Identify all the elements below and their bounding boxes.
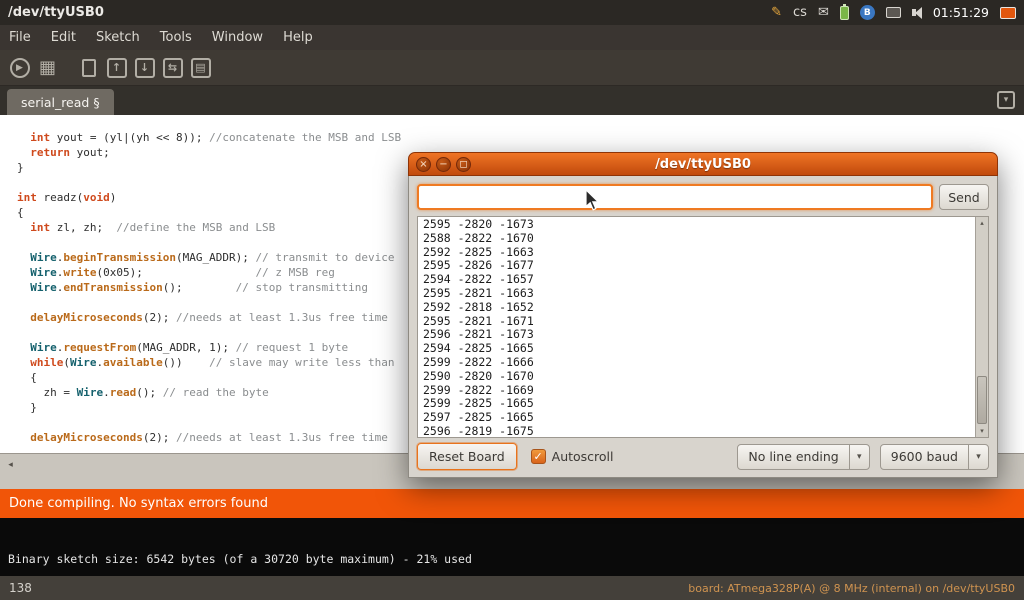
serial-monitor-titlebar[interactable]: /dev/ttyUSB0 × − ◻ bbox=[408, 152, 998, 176]
autoscroll-checkbox[interactable]: ✓ bbox=[531, 449, 546, 464]
serial-monitor-button[interactable]: ▤ bbox=[188, 55, 213, 81]
serial-send-input[interactable] bbox=[417, 184, 933, 210]
autoscroll-label: Autoscroll bbox=[552, 449, 614, 464]
baud-rate-value: 9600 baud bbox=[881, 445, 968, 469]
menu-file[interactable]: File bbox=[0, 25, 41, 50]
keyboard-layout-indicator[interactable]: cs bbox=[793, 5, 807, 20]
menu-edit[interactable]: Edit bbox=[41, 25, 86, 50]
serial-line: 2599 -2822 -1669 bbox=[423, 384, 973, 398]
tab-menu-icon: ▾ bbox=[1004, 95, 1009, 105]
clock[interactable]: 01:51:29 bbox=[933, 5, 989, 20]
line-ending-select[interactable]: No line ending ▾ bbox=[737, 444, 869, 470]
baud-rate-select[interactable]: 9600 baud ▾ bbox=[880, 444, 989, 470]
chevron-down-icon: ▾ bbox=[968, 445, 988, 469]
chevron-down-icon: ▾ bbox=[849, 445, 869, 469]
minimize-button[interactable]: − bbox=[436, 157, 451, 172]
close-button[interactable]: × bbox=[416, 157, 431, 172]
volume-icon[interactable] bbox=[912, 7, 922, 19]
tab-menu-button[interactable]: ▾ bbox=[997, 91, 1015, 109]
footer-status-bar: 138 board: ATmega328P(A) @ 8 MHz (intern… bbox=[0, 576, 1024, 600]
maximize-button[interactable]: ◻ bbox=[456, 157, 471, 172]
console-output: Binary sketch size: 6542 bytes (of a 307… bbox=[8, 552, 472, 566]
serial-line: 2596 -2821 -1673 bbox=[423, 328, 973, 342]
compile-status-bar: Done compiling. No syntax errors found bbox=[0, 489, 1024, 518]
serial-monitor-body: Send 2595 -2820 -16732588 -2822 -1670259… bbox=[408, 176, 998, 478]
serial-line: 2597 -2825 -1665 bbox=[423, 411, 973, 425]
window-buttons: × − ◻ bbox=[409, 157, 471, 172]
save-button[interactable]: ↓ bbox=[132, 55, 157, 81]
verify-icon: ▶ bbox=[10, 58, 30, 78]
maximize-icon: ◻ bbox=[459, 159, 467, 170]
open-button[interactable]: ↑ bbox=[104, 55, 129, 81]
serial-line: 2595 -2821 -1663 bbox=[423, 287, 973, 301]
serial-line: 2595 -2826 -1677 bbox=[423, 259, 973, 273]
board-info: board: ATmega328P(A) @ 8 MHz (internal) … bbox=[688, 582, 1015, 595]
serial-line: 2590 -2820 -1670 bbox=[423, 370, 973, 384]
stop-icon: ▦ bbox=[39, 59, 56, 77]
top-panel: /dev/ttyUSB0 ✎ cs ✉ B 01:51:29 bbox=[0, 0, 1024, 25]
serial-monitor-controls: Reset Board ✓ Autoscroll No line ending … bbox=[417, 443, 989, 470]
bluetooth-icon[interactable]: B bbox=[860, 5, 875, 20]
serial-output-area[interactable]: 2595 -2820 -16732588 -2822 -16702592 -28… bbox=[417, 216, 989, 438]
send-button[interactable]: Send bbox=[939, 184, 989, 210]
battery-icon[interactable] bbox=[840, 6, 849, 20]
session-menu-icon[interactable] bbox=[1000, 7, 1016, 19]
serial-monitor-window: /dev/ttyUSB0 × − ◻ Send 2595 -2820 -1673… bbox=[408, 152, 998, 478]
serial-line: 2596 -2819 -1675 bbox=[423, 425, 973, 436]
upload-button[interactable]: ⇆ bbox=[160, 55, 185, 81]
tab-bar: serial_read § ▾ bbox=[0, 86, 1024, 115]
minimize-icon: − bbox=[439, 159, 447, 170]
new-sketch-icon bbox=[82, 59, 96, 77]
panel-window-title: /dev/ttyUSB0 bbox=[0, 5, 104, 20]
serial-input-row: Send bbox=[417, 184, 989, 210]
network-icon[interactable] bbox=[886, 7, 901, 18]
save-icon: ↓ bbox=[135, 58, 155, 78]
cursor-line-number: 138 bbox=[9, 581, 32, 595]
menu-bar: File Edit Sketch Tools Window Help bbox=[0, 25, 1024, 50]
menu-sketch[interactable]: Sketch bbox=[86, 25, 150, 50]
line-ending-value: No line ending bbox=[738, 445, 848, 469]
open-icon: ↑ bbox=[107, 58, 127, 78]
serial-line: 2594 -2825 -1665 bbox=[423, 342, 973, 356]
menu-tools[interactable]: Tools bbox=[150, 25, 202, 50]
system-tray: ✎ cs ✉ B 01:51:29 bbox=[771, 5, 1024, 20]
menu-window[interactable]: Window bbox=[202, 25, 273, 50]
serial-output: 2595 -2820 -16732588 -2822 -16702592 -28… bbox=[423, 218, 973, 436]
stop-button[interactable]: ▦ bbox=[35, 55, 60, 81]
scrollbar-thumb[interactable] bbox=[977, 376, 987, 424]
menu-help[interactable]: Help bbox=[273, 25, 323, 50]
verify-button[interactable]: ▶ bbox=[7, 55, 32, 81]
scroll-up-icon[interactable]: ▴ bbox=[976, 217, 988, 229]
check-icon: ✓ bbox=[534, 450, 543, 463]
code-line: int yout = (yl|(yh << 8)); //concatenate… bbox=[17, 130, 1024, 145]
close-icon: × bbox=[419, 159, 427, 170]
tab-serial-read[interactable]: serial_read § bbox=[7, 89, 114, 115]
scroll-down-icon[interactable]: ▾ bbox=[976, 425, 988, 437]
serial-line: 2592 -2818 -1652 bbox=[423, 301, 973, 315]
serial-monitor-title: /dev/ttyUSB0 bbox=[409, 157, 997, 172]
volume-icon-cone bbox=[915, 7, 922, 19]
serial-line: 2592 -2825 -1663 bbox=[423, 246, 973, 260]
hscroll-left-button[interactable]: ◂ bbox=[3, 458, 18, 471]
serial-line: 2594 -2822 -1657 bbox=[423, 273, 973, 287]
serial-line: 2588 -2822 -1670 bbox=[423, 232, 973, 246]
serial-monitor-icon: ▤ bbox=[191, 58, 211, 78]
mail-icon[interactable]: ✉ bbox=[818, 5, 829, 20]
serial-line: 2595 -2820 -1673 bbox=[423, 218, 973, 232]
serial-line: 2599 -2822 -1666 bbox=[423, 356, 973, 370]
desktop: /dev/ttyUSB0 ✎ cs ✉ B 01:51:29 File Edit… bbox=[0, 0, 1024, 600]
upload-icon: ⇆ bbox=[163, 58, 183, 78]
build-console: Binary sketch size: 6542 bytes (of a 307… bbox=[0, 518, 1024, 576]
compile-status-message: Done compiling. No syntax errors found bbox=[9, 496, 268, 511]
reset-board-button[interactable]: Reset Board bbox=[417, 443, 517, 470]
notes-icon[interactable]: ✎ bbox=[771, 5, 782, 20]
serial-scrollbar[interactable]: ▴ ▾ bbox=[975, 217, 988, 437]
serial-line: 2595 -2821 -1671 bbox=[423, 315, 973, 329]
toolbar: ▶ ▦ ↑ ↓ ⇆ ▤ bbox=[0, 50, 1024, 86]
serial-line: 2599 -2825 -1665 bbox=[423, 397, 973, 411]
hscroll-left-icon: ◂ bbox=[8, 460, 13, 470]
new-sketch-button[interactable] bbox=[76, 55, 101, 81]
